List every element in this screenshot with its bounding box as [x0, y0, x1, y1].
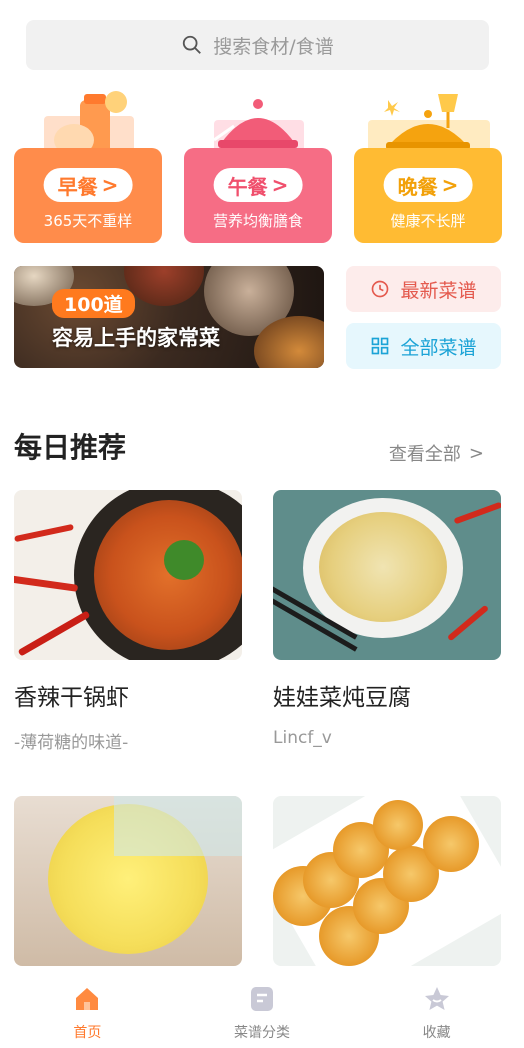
recipe-card[interactable]: [273, 796, 501, 984]
latest-recipes-button[interactable]: 最新菜谱: [346, 266, 501, 312]
recipe-photo: [14, 796, 242, 966]
meal-card-lunch[interactable]: 午餐 > 营养均衡膳食: [184, 80, 332, 243]
recipe-name: 香辣干锅虾: [14, 685, 129, 711]
meal-card-breakfast[interactable]: 早餐 > 365天不重样: [14, 80, 162, 243]
recipe-card[interactable]: 娃娃菜炖豆腐 Lincf_v: [273, 490, 501, 748]
latest-recipes-label: 最新菜谱: [400, 279, 477, 302]
meal-subtitle: 365天不重样: [43, 212, 133, 230]
clock-icon: [372, 280, 389, 298]
search-placeholder: 搜索食材/食谱: [213, 35, 334, 58]
search-icon: [183, 35, 202, 54]
star-icon: [424, 987, 449, 1010]
recipe-book-icon: [251, 987, 273, 1011]
recipe-photo: [14, 490, 242, 660]
recipe-author: -薄荷糖的味道-: [14, 733, 129, 753]
banner-tag: 100道: [52, 289, 135, 318]
chevron-right-icon: >: [441, 173, 459, 197]
home-cooking-banner[interactable]: 100道 容易上手的家常菜: [14, 266, 324, 368]
recipe-photo: [273, 490, 501, 660]
recipe-author: Lincf_v: [273, 728, 332, 748]
grid-icon: [372, 337, 389, 355]
meal-card-dinner[interactable]: 晚餐 > 健康不长胖: [354, 80, 502, 243]
tab-label: 首页: [73, 1025, 102, 1041]
tab-favorites[interactable]: 收藏: [349, 968, 524, 1048]
recipe-card[interactable]: 香辣干锅虾 -薄荷糖的味道-: [14, 490, 242, 753]
all-recipes-label: 全部菜谱: [400, 336, 477, 359]
section-title: 每日推荐: [14, 431, 127, 464]
chevron-right-icon: >: [271, 173, 289, 197]
view-all-label: 查看全部: [388, 444, 461, 465]
chevron-right-icon: >: [101, 173, 119, 197]
food-photo: [124, 266, 204, 306]
meal-label: 午餐: [227, 174, 268, 199]
all-recipes-button[interactable]: 全部菜谱: [346, 323, 501, 369]
recipe-card[interactable]: [14, 796, 242, 984]
meal-label: 晚餐: [397, 174, 438, 199]
meal-label: 早餐: [57, 174, 98, 199]
recipe-photo: [273, 796, 501, 966]
search-input[interactable]: 搜索食材/食谱: [26, 20, 489, 70]
bottom-tab-bar: 首页 菜谱分类 收藏: [0, 968, 524, 1048]
tab-label: 菜谱分类: [234, 1025, 290, 1041]
meal-subtitle: 营养均衡膳食: [212, 212, 303, 230]
chevron-right-icon: >: [468, 442, 484, 464]
tab-home[interactable]: 首页: [0, 968, 175, 1048]
tab-label: 收藏: [422, 1025, 451, 1041]
home-icon: [76, 988, 99, 1010]
banner-title: 容易上手的家常菜: [52, 326, 220, 350]
recipe-name: 娃娃菜炖豆腐: [273, 685, 411, 711]
tab-recipe-categories[interactable]: 菜谱分类: [175, 968, 350, 1048]
meal-subtitle: 健康不长胖: [390, 212, 466, 230]
view-all-link[interactable]: 查看全部 >: [389, 440, 484, 466]
